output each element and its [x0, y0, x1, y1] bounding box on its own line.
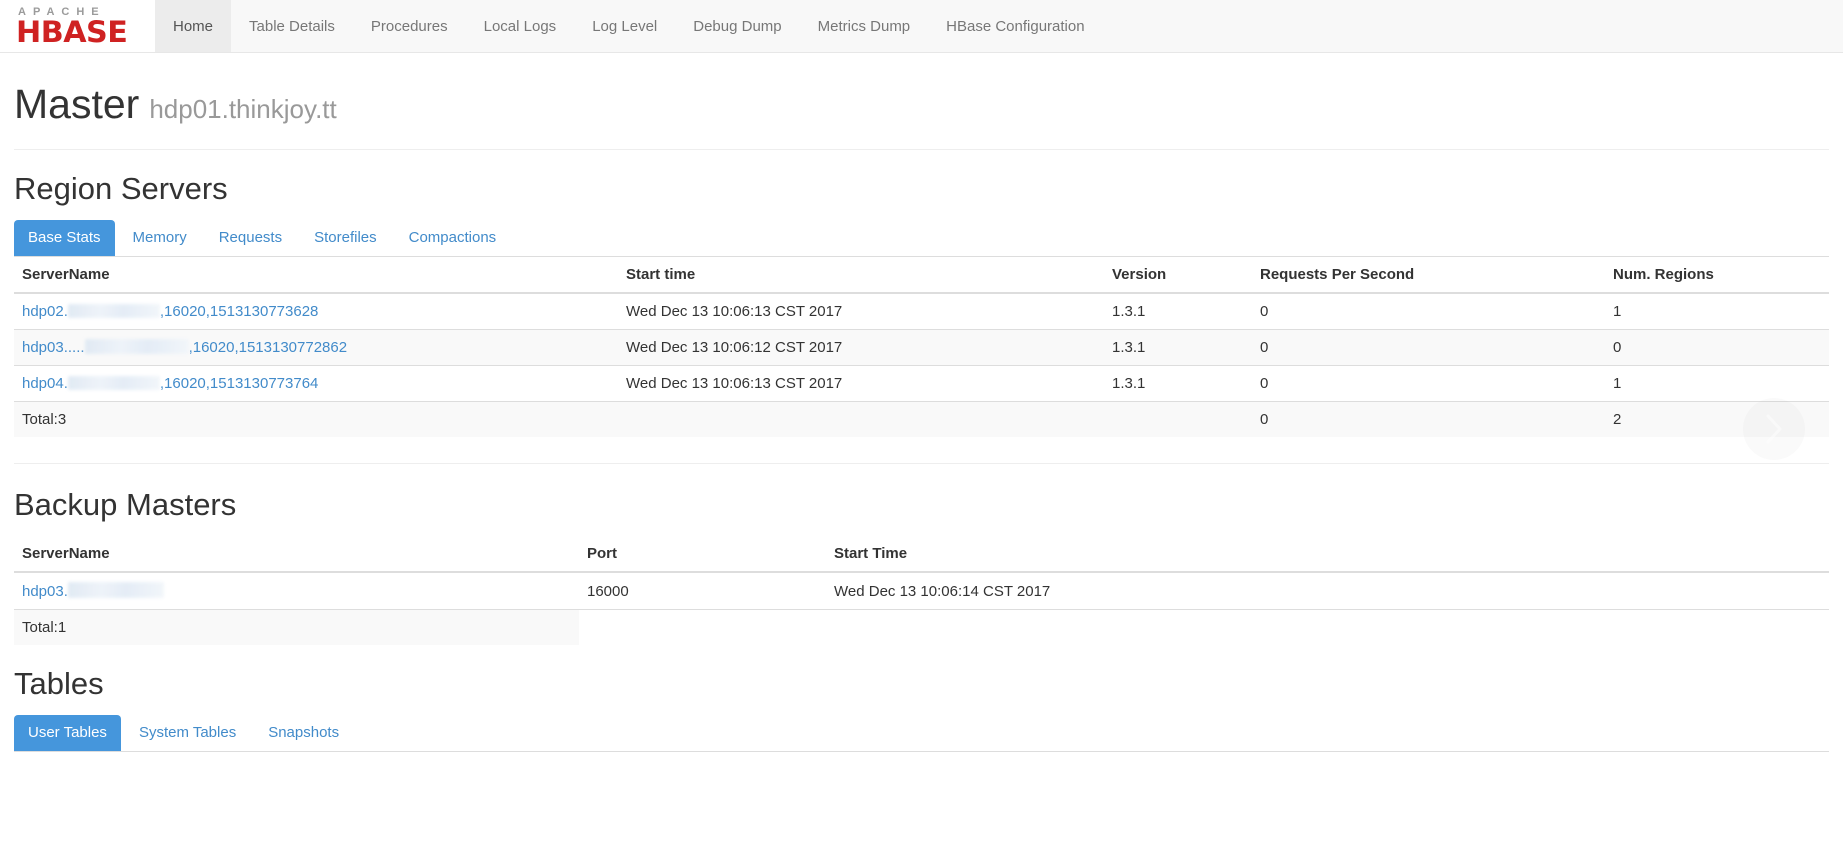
backup-masters-table: ServerName Port Start Time hdp03. 16000 … [14, 536, 1829, 645]
regionserver-link[interactable]: hdp02. ,16020,1513130773628 [22, 303, 318, 320]
nav-item-table-details[interactable]: Table Details [231, 0, 353, 52]
tab-memory[interactable]: Memory [119, 220, 201, 256]
chevron-right-icon [1766, 414, 1782, 444]
page-title-hostname: hdp01.thinkjoy.tt [149, 94, 337, 124]
page-title-text: Master [14, 81, 140, 127]
table-total-row: Total:3 0 2 [14, 401, 1829, 437]
tab-user-tables[interactable]: User Tables [14, 715, 121, 751]
servername-suffix: ,16020,1513130773764 [159, 375, 319, 392]
cell-requests-per-second: 0 [1252, 292, 1605, 330]
column-header-num-regions[interactable]: Num. Regions [1605, 257, 1829, 294]
tab-base-stats[interactable]: Base Stats [14, 220, 115, 256]
backup-masters-table-head: ServerName Port Start Time [14, 536, 1829, 573]
cell-port: 16000 [579, 571, 826, 610]
column-header-port[interactable]: Port [579, 536, 826, 573]
tab-system-tables[interactable]: System Tables [125, 715, 250, 751]
cell-total-requests-per-second: 0 [1252, 401, 1605, 437]
hbase-logo[interactable]: APACHE HBASE [0, 0, 155, 52]
logo-hbase-text: HBASE [16, 14, 128, 49]
table-row: hdp02. ,16020,1513130773628 Wed Dec 13 10… [14, 292, 1829, 330]
page-title: Master hdp01.thinkjoy.tt [14, 81, 1829, 132]
cell-version: 1.3.1 [1104, 329, 1252, 366]
column-header-servername[interactable]: ServerName [14, 536, 579, 573]
cell-version: 1.3.1 [1104, 292, 1252, 330]
cell-start-time: Wed Dec 13 10:06:12 CST 2017 [618, 329, 1104, 366]
nav-item-metrics-dump[interactable]: Metrics Dump [800, 0, 929, 52]
cell-servername: hdp04. ,16020,1513130773764 [14, 365, 618, 402]
page-container: Master hdp01.thinkjoy.tt Region Servers B… [0, 53, 1843, 752]
redacted-hostname-block [84, 339, 189, 354]
cell-total-start-time [618, 401, 1104, 437]
tab-compactions[interactable]: Compactions [395, 220, 511, 256]
servername-suffix: ,16020,1513130773628 [159, 303, 319, 320]
regionserver-link[interactable]: hdp03..... ,16020,1513130772862 [22, 339, 347, 356]
section-divider [14, 463, 1829, 464]
cell-total-port [579, 609, 826, 645]
column-header-start-time[interactable]: Start Time [826, 536, 1829, 573]
table-header-row: ServerName Port Start Time [14, 536, 1829, 573]
column-header-start-time[interactable]: Start time [618, 257, 1104, 294]
region-servers-table-head: ServerName Start time Version Requests P… [14, 257, 1829, 294]
cell-version: 1.3.1 [1104, 365, 1252, 402]
carousel-next-button[interactable] [1743, 398, 1805, 460]
page-header: Master hdp01.thinkjoy.tt [14, 53, 1829, 150]
table-row: hdp03. 16000 Wed Dec 13 10:06:14 CST 201… [14, 571, 1829, 610]
cell-servername: hdp03..... ,16020,1513130772862 [14, 329, 618, 366]
servername-prefix: hdp02. [22, 303, 68, 320]
cell-num-regions: 0 [1605, 329, 1829, 366]
cell-requests-per-second: 0 [1252, 329, 1605, 366]
nav-item-log-level[interactable]: Log Level [574, 0, 675, 52]
tables-heading: Tables [14, 666, 104, 701]
cell-total-version [1104, 401, 1252, 437]
cell-total-label: Total:1 [14, 609, 579, 645]
cell-start-time: Wed Dec 13 10:06:13 CST 2017 [618, 365, 1104, 402]
nav-item-hbase-configuration[interactable]: HBase Configuration [928, 0, 1102, 52]
cell-start-time: Wed Dec 13 10:06:14 CST 2017 [826, 571, 1829, 610]
column-header-version[interactable]: Version [1104, 257, 1252, 294]
region-servers-table: ServerName Start time Version Requests P… [14, 257, 1829, 437]
cell-total-start-time [826, 609, 1829, 645]
servername-prefix: hdp03..... [22, 339, 85, 356]
cell-num-regions: 1 [1605, 365, 1829, 402]
cell-start-time: Wed Dec 13 10:06:13 CST 2017 [618, 292, 1104, 330]
nav-item-procedures[interactable]: Procedures [353, 0, 466, 52]
tables-tabs: User Tables System Tables Snapshots [14, 715, 1829, 752]
table-row: hdp04. ,16020,1513130773764 Wed Dec 13 10… [14, 365, 1829, 402]
cell-total-label: Total:3 [14, 401, 618, 437]
region-servers-heading: Region Servers [14, 171, 228, 206]
cell-servername: hdp02. ,16020,1513130773628 [14, 292, 618, 330]
backup-masters-heading: Backup Masters [14, 487, 237, 522]
region-servers-tabs: Base Stats Memory Requests Storefiles Co… [14, 220, 1829, 257]
top-navbar: APACHE HBASE Home Table Details Procedur… [0, 0, 1843, 53]
servername-prefix: hdp04. [22, 375, 68, 392]
tab-storefiles[interactable]: Storefiles [300, 220, 391, 256]
servername-prefix: hdp03. [22, 583, 68, 600]
nav-item-list: Home Table Details Procedures Local Logs… [155, 0, 1103, 52]
redacted-hostname-block [67, 582, 164, 598]
redacted-hostname-block [67, 304, 160, 318]
nav-item-local-logs[interactable]: Local Logs [466, 0, 575, 52]
backup-master-link[interactable]: hdp03. [22, 582, 164, 600]
region-servers-table-body: hdp02. ,16020,1513130773628 Wed Dec 13 10… [14, 292, 1829, 437]
nav-item-home[interactable]: Home [155, 0, 232, 52]
cell-servername: hdp03. [14, 571, 579, 610]
cell-num-regions: 1 [1605, 292, 1829, 330]
column-header-requests-per-second[interactable]: Requests Per Second [1252, 257, 1605, 294]
tab-requests[interactable]: Requests [205, 220, 296, 256]
tab-snapshots[interactable]: Snapshots [254, 715, 353, 751]
cell-requests-per-second: 0 [1252, 365, 1605, 402]
table-header-row: ServerName Start time Version Requests P… [14, 257, 1829, 294]
redacted-hostname-block [67, 376, 160, 390]
backup-masters-table-body: hdp03. 16000 Wed Dec 13 10:06:14 CST 201… [14, 571, 1829, 645]
table-row: hdp03..... ,16020,1513130772862 Wed Dec 1… [14, 329, 1829, 366]
servername-suffix: ,16020,1513130772862 [188, 339, 348, 356]
regionserver-link[interactable]: hdp04. ,16020,1513130773764 [22, 375, 318, 392]
table-total-row: Total:1 [14, 609, 1829, 645]
nav-item-debug-dump[interactable]: Debug Dump [675, 0, 799, 52]
column-header-servername[interactable]: ServerName [14, 257, 618, 294]
